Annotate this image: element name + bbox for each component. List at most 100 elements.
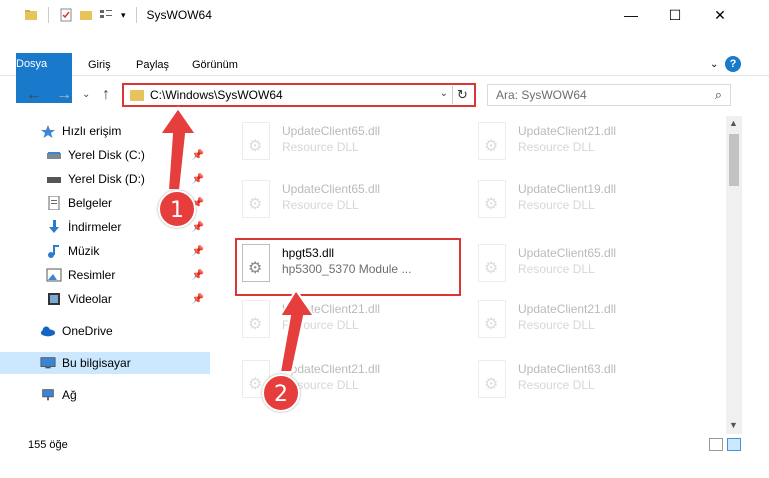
drive-icon [47,152,61,159]
pin-icon[interactable]: 📌 [192,246,204,257]
new-folder-icon[interactable] [79,8,93,22]
nav-item-network[interactable]: Ağ [0,384,210,406]
star-icon [41,125,55,138]
forward-arrow-icon[interactable]: → [56,86,72,104]
dll-file-icon: ⚙ [238,298,274,342]
dll-file-icon: ⚙ [474,298,510,342]
folder-icon [130,89,144,101]
close-button[interactable]: ✕ [697,0,743,30]
file-item[interactable]: ⚙ UpdateClient65.dll Resource DLL [474,242,694,292]
file-item[interactable]: ⚙ UpdateClient21.dll Resource DLL [474,120,694,170]
dll-file-icon: ⚙ [238,120,274,164]
refresh-icon[interactable]: ↻ [452,86,472,104]
status-bar: 155 öğe [0,434,769,456]
scroll-up-icon[interactable]: ▲ [729,118,738,128]
file-type: Resource DLL [518,262,595,276]
file-item[interactable]: ⚙ UpdateClient65.dll Resource DLL [238,120,458,170]
nav-item-this-pc[interactable]: Bu bilgisayar [0,352,210,374]
file-name: UpdateClient63.dll [518,362,617,376]
videos-icon [48,293,60,305]
tab-home[interactable]: Giriş [78,54,121,76]
cloud-icon [40,326,56,337]
dll-file-icon: ⚙ [474,358,510,402]
nav-label: Belgeler [68,196,113,210]
nav-label: İndirmeler [68,220,122,234]
nav-item-pictures[interactable]: Resimler 📌 [0,264,210,286]
pin-icon[interactable]: 📌 [192,222,204,233]
file-type: Resource DLL [518,140,595,154]
documents-icon [48,196,60,210]
window-title: SysWOW64 [146,8,212,22]
search-input[interactable]: Ara: SysWOW64 ⌕ [487,84,731,106]
folder-icon[interactable] [24,8,38,22]
navigation-pane: Hızlı erişim Yerel Disk (C:) 📌 Yerel Dis… [0,116,210,416]
toolbar-separator [48,7,49,23]
recent-locations-icon[interactable]: ⌄ [82,89,90,100]
address-path[interactable]: C:\Windows\SysWOW64 [150,88,283,102]
file-type: Resource DLL [518,318,595,332]
back-arrow-icon[interactable]: ← [26,86,42,104]
maximize-button[interactable]: ☐ [652,0,698,30]
vertical-scrollbar[interactable]: ▲ ▼ [726,116,742,434]
up-arrow-icon[interactable]: ↑ [102,86,110,104]
annotation-badge-1: 1 [158,190,196,228]
music-icon [48,245,59,258]
nav-label: Müzik [68,244,100,258]
large-icons-view-icon[interactable] [727,438,741,451]
computer-icon [40,357,56,369]
nav-item-quick-access[interactable]: Hızlı erişim [0,120,210,142]
dll-file-icon: ⚙ [474,242,510,286]
nav-label: Ağ [62,388,77,402]
file-name: UpdateClient21.dll [282,302,381,316]
tab-view[interactable]: Görünüm [182,54,248,76]
pin-icon[interactable]: 📌 [192,294,204,305]
address-row: ← → ⌄ ↑ C:\Windows\SysWOW64 ⌄ ↻ Ara: Sys… [0,80,769,112]
file-item[interactable]: ⚙ UpdateClient63.dll Resource DLL [474,358,694,408]
tab-share[interactable]: Paylaş [126,54,179,76]
properties-icon[interactable] [59,8,73,22]
file-type: Resource DLL [518,198,595,212]
nav-item-onedrive[interactable]: OneDrive [0,320,210,342]
file-name: UpdateClient65.dll [282,182,381,196]
file-name: UpdateClient21.dll [282,362,381,376]
nav-label: OneDrive [62,324,113,338]
nav-item-music[interactable]: Müzik 📌 [0,240,210,262]
network-icon [42,389,54,401]
pin-icon[interactable]: 📌 [192,270,204,281]
item-count: 155 öğe [28,439,68,451]
nav-item-local-disk-d[interactable]: Yerel Disk (D:) 📌 [0,168,210,190]
file-item[interactable]: ⚙ UpdateClient21.dll Resource DLL [238,298,458,348]
pin-icon[interactable]: 📌 [192,150,204,161]
nav-item-videos[interactable]: Videolar 📌 [0,288,210,310]
file-item[interactable]: ⚙ UpdateClient21.dll Resource DLL [474,298,694,348]
file-item[interactable]: ⚙ UpdateClient19.dll Resource DLL [474,178,694,228]
scroll-down-icon[interactable]: ▼ [729,420,738,430]
file-name: UpdateClient19.dll [518,182,617,196]
ribbon-tabs: Dosya Giriş Paylaş Görünüm ⌄ ? [0,50,769,103]
toolbar-separator [135,7,137,23]
quick-access-toolbar: ▾ [24,7,141,23]
search-icon[interactable]: ⌕ [715,87,722,103]
minimize-button[interactable]: — [608,0,654,30]
nav-item-local-disk-c[interactable]: Yerel Disk (C:) 📌 [0,144,210,166]
scrollbar-thumb[interactable] [729,134,739,186]
pictures-icon [46,268,62,282]
nav-label: Videolar [68,292,112,306]
address-dropdown-icon[interactable]: ⌄ [440,88,448,99]
file-name: UpdateClient65.dll [282,124,381,138]
file-type: Resource DLL [282,140,359,154]
pin-icon[interactable]: 📌 [192,174,204,185]
help-icon[interactable]: ? [725,56,741,72]
customize-toolbar-dropdown-icon[interactable]: ▾ [121,10,126,21]
details-view-icon[interactable] [709,438,723,451]
download-icon [49,220,59,233]
dll-file-icon: ⚙ [238,178,274,222]
file-item[interactable]: ⚙ UpdateClient65.dll Resource DLL [238,178,458,228]
address-bar[interactable]: C:\Windows\SysWOW64 ⌄ ↻ [122,83,476,107]
nav-label: Hızlı erişim [62,124,122,138]
nav-label: Yerel Disk (C:) [68,148,145,162]
file-type: Resource DLL [518,378,595,392]
file-explorer-window: ▾ SysWOW64 — ☐ ✕ Dosya Giriş Paylaş Görü… [0,0,769,478]
customize-view-icon[interactable] [99,8,115,22]
nav-label: Bu bilgisayar [62,356,131,370]
